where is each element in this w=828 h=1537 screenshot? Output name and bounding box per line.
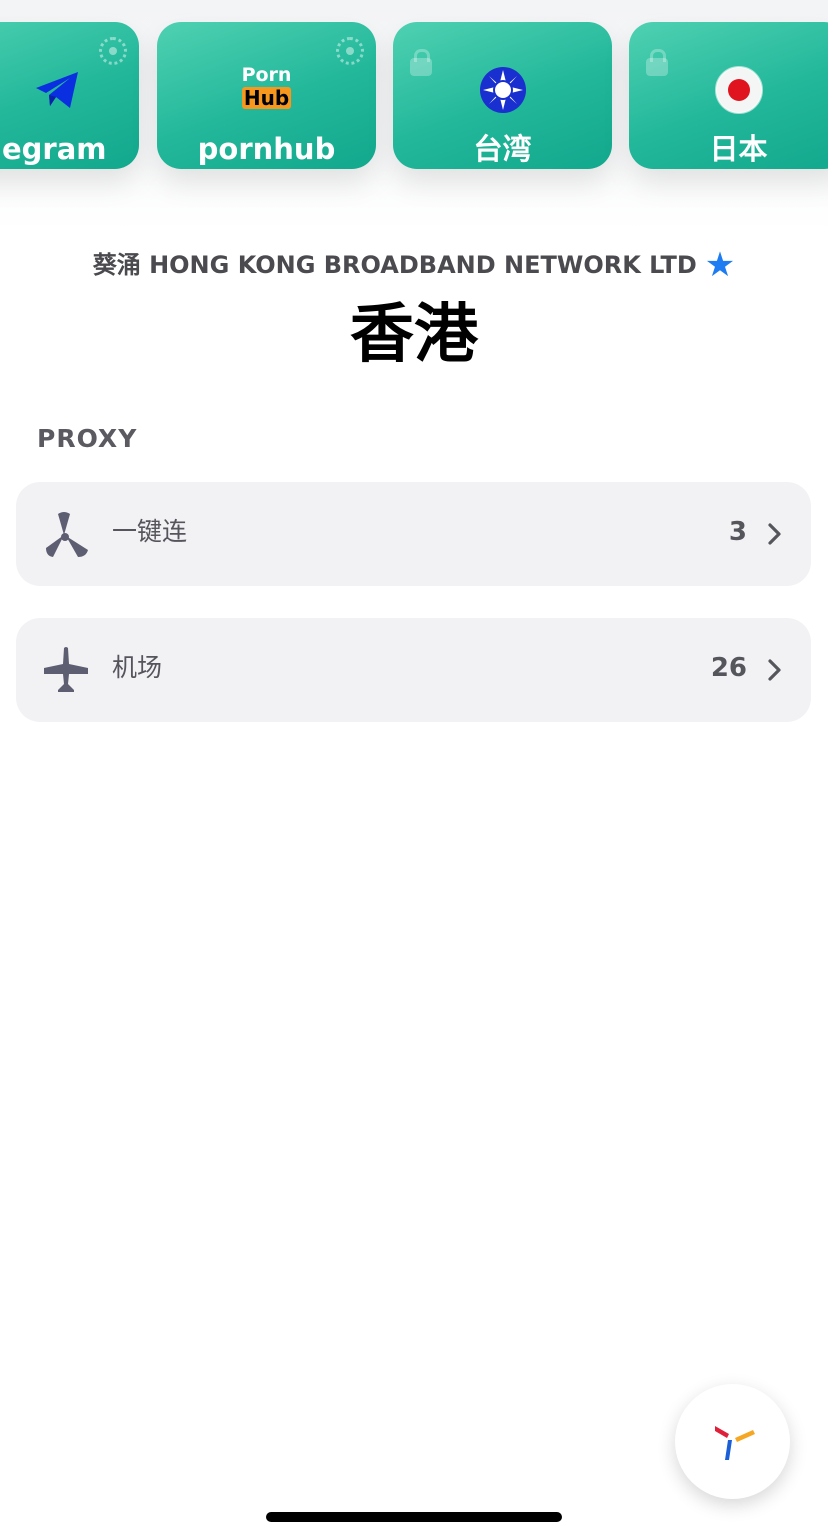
card-japan[interactable]: 日本 [629, 22, 828, 169]
proxy-section-header: PROXY [37, 424, 138, 453]
proxy-group-count: 3 [728, 517, 747, 547]
lock-icon [646, 49, 668, 76]
proxy-group-count: 26 [710, 653, 747, 683]
card-telegram[interactable]: egram [0, 22, 139, 169]
proxy-group-row[interactable]: 一键连 3 [16, 482, 811, 586]
home-indicator [266, 1512, 562, 1522]
japan-flag-icon [714, 66, 763, 118]
chevron-right-icon [767, 522, 783, 546]
node-location: 葵涌 HONG KONG BROADBAND NETWORK LTD ★ [0, 245, 828, 285]
card-pornhub[interactable]: Porn Hub pornhub [157, 22, 376, 169]
card-label: 日本 [709, 132, 768, 166]
loading-spinner-icon [99, 37, 127, 65]
card-label: 台湾 [473, 132, 532, 166]
node-location-text: 葵涌 HONG KONG BROADBAND NETWORK LTD [92, 251, 697, 279]
chevron-right-icon [767, 658, 783, 682]
loading-spinner-icon [336, 37, 364, 65]
logo-bottom-text: Hub [241, 86, 292, 110]
card-label: egram [2, 132, 107, 166]
proxy-group-label: 一键连 [112, 517, 188, 546]
proxy-group-label: 机场 [112, 653, 163, 682]
proxy-group-row[interactable]: 机场 26 [16, 618, 811, 722]
region-title: 香港 [350, 298, 478, 372]
propeller-icon [40, 508, 92, 560]
card-taiwan[interactable]: 台湾 [393, 22, 612, 169]
lock-icon [410, 49, 432, 76]
app-logo-icon [715, 1426, 755, 1460]
pornhub-logo: Porn Hub [241, 64, 292, 110]
star-icon[interactable]: ★ [705, 245, 735, 285]
telegram-icon [34, 70, 80, 114]
taiwan-sun-icon [479, 66, 527, 118]
floating-action-button[interactable] [675, 1384, 790, 1499]
card-label: pornhub [197, 132, 336, 166]
server-carousel[interactable]: egram Porn Hub pornhub 台湾 日本 [0, 0, 828, 230]
airplane-icon [40, 644, 92, 696]
app-screen: egram Porn Hub pornhub 台湾 日本 葵涌 HONG KON… [0, 0, 828, 1537]
logo-top-text: Porn [241, 64, 292, 86]
